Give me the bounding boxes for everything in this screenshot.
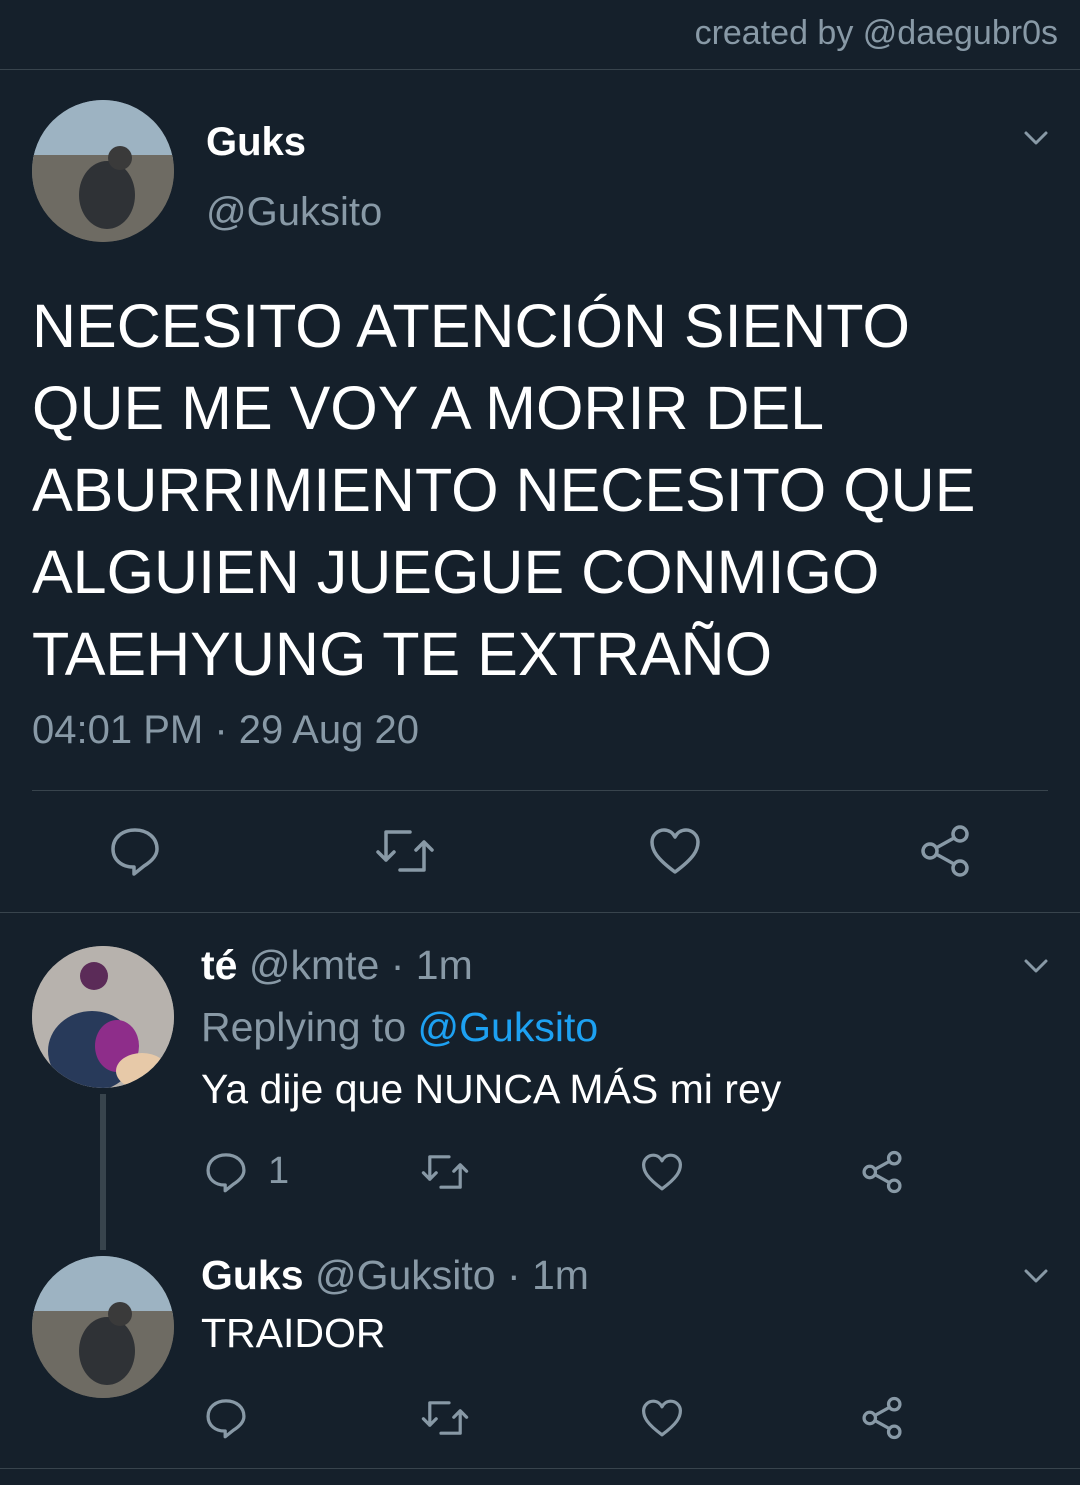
share-icon[interactable] bbox=[918, 824, 972, 878]
retweet-icon[interactable] bbox=[420, 1152, 470, 1192]
tweet-line: ABURRIMIENTO NECESITO QUE bbox=[32, 456, 976, 524]
share-icon[interactable] bbox=[860, 1150, 904, 1194]
reply-meta[interactable]: @Guksito · 1m bbox=[315, 1252, 589, 1298]
chevron-down-icon[interactable] bbox=[1022, 952, 1050, 980]
reply-header: Guks @Guksito · 1m bbox=[201, 1252, 589, 1299]
header-divider bbox=[0, 69, 1080, 70]
replying-label: Replying to bbox=[201, 1004, 407, 1050]
reply-header: té @kmte · 1m bbox=[201, 942, 473, 989]
author-handle[interactable]: @Guksito bbox=[206, 190, 382, 235]
avatar-photo-icon bbox=[32, 1256, 174, 1398]
avatar[interactable] bbox=[32, 946, 174, 1088]
tweet-divider bbox=[32, 790, 1048, 791]
like-icon[interactable] bbox=[648, 826, 702, 876]
avatar[interactable] bbox=[32, 100, 174, 242]
credit-text: created by @daegubr0s bbox=[694, 14, 1058, 52]
reply-icon[interactable] bbox=[108, 824, 162, 878]
reply-text: Ya dije que NUNCA MÁS mi rey bbox=[201, 1066, 782, 1112]
retweet-icon[interactable] bbox=[374, 826, 436, 876]
reply-icon[interactable] bbox=[204, 1150, 248, 1194]
replying-to: Replying to @Guksito bbox=[201, 1004, 598, 1051]
avatar[interactable] bbox=[32, 1256, 174, 1398]
tweet-body: NECESITO ATENCIÓN SIENTO QUE ME VOY A MO… bbox=[32, 285, 1052, 695]
reply-author-name[interactable]: Guks bbox=[201, 1252, 304, 1298]
reply-meta[interactable]: @kmte · 1m bbox=[249, 942, 473, 988]
tweet-line: TAEHYUNG TE EXTRAÑO bbox=[32, 620, 773, 688]
thread-line bbox=[100, 1094, 106, 1250]
bottom-divider bbox=[0, 1468, 1080, 1469]
reply-icon[interactable] bbox=[204, 1396, 248, 1440]
retweet-icon[interactable] bbox=[420, 1398, 470, 1438]
avatar-photo-icon bbox=[32, 100, 174, 242]
tweet-line: ALGUIEN JUEGUE CONMIGO bbox=[32, 538, 880, 606]
author-name[interactable]: Guks bbox=[206, 120, 306, 165]
chevron-down-icon[interactable] bbox=[1022, 124, 1050, 152]
reply-text: TRAIDOR bbox=[201, 1310, 386, 1356]
reply-author-name[interactable]: té bbox=[201, 942, 237, 988]
tweet-line: QUE ME VOY A MORIR DEL bbox=[32, 374, 825, 442]
section-divider bbox=[0, 912, 1080, 913]
like-icon[interactable] bbox=[640, 1398, 684, 1438]
tweet-timestamp[interactable]: 04:01 PM · 29 Aug 20 bbox=[32, 708, 419, 753]
replying-handle-link[interactable]: @Guksito bbox=[418, 1004, 599, 1050]
like-icon[interactable] bbox=[640, 1152, 684, 1192]
reply-count: 1 bbox=[268, 1150, 290, 1192]
share-icon[interactable] bbox=[860, 1396, 904, 1440]
avatar-photo-icon bbox=[32, 946, 174, 1088]
tweet-line: NECESITO ATENCIÓN SIENTO bbox=[32, 292, 910, 360]
chevron-down-icon[interactable] bbox=[1022, 1262, 1050, 1290]
